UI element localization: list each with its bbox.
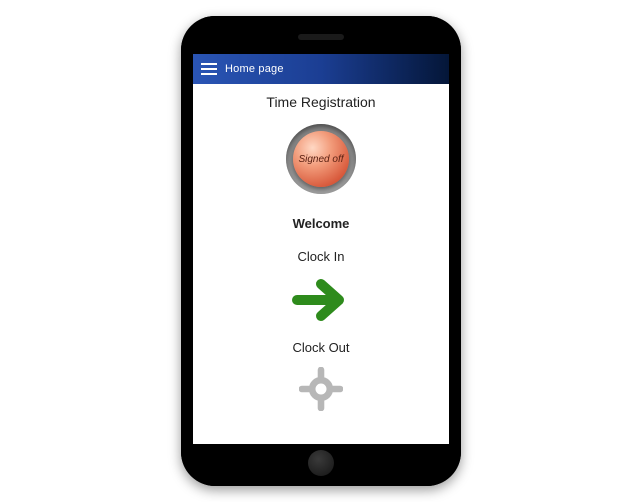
status-indicator[interactable]: Signed off xyxy=(286,124,356,194)
clock-in-label: Clock In xyxy=(193,249,449,264)
stage: Home page Time Registration Signed off W… xyxy=(0,0,642,502)
clock-in-button[interactable] xyxy=(291,276,351,324)
arrow-right-icon xyxy=(291,276,351,324)
content: Time Registration Signed off Welcome Clo… xyxy=(193,84,449,411)
clock-out-label: Clock Out xyxy=(193,340,449,355)
appbar-title: Home page xyxy=(225,63,284,75)
welcome-text: Welcome xyxy=(193,216,449,231)
status-label: Signed off xyxy=(293,131,349,187)
app-bar: Home page xyxy=(193,54,449,84)
clock-out-icon xyxy=(299,367,343,411)
phone-screen: Home page Time Registration Signed off W… xyxy=(193,54,449,444)
page-title: Time Registration xyxy=(193,94,449,110)
clock-out-button[interactable] xyxy=(291,367,351,411)
phone-home-button[interactable] xyxy=(308,450,334,476)
phone-speaker xyxy=(298,34,344,40)
menu-icon[interactable] xyxy=(201,63,217,75)
phone-frame: Home page Time Registration Signed off W… xyxy=(181,16,461,486)
